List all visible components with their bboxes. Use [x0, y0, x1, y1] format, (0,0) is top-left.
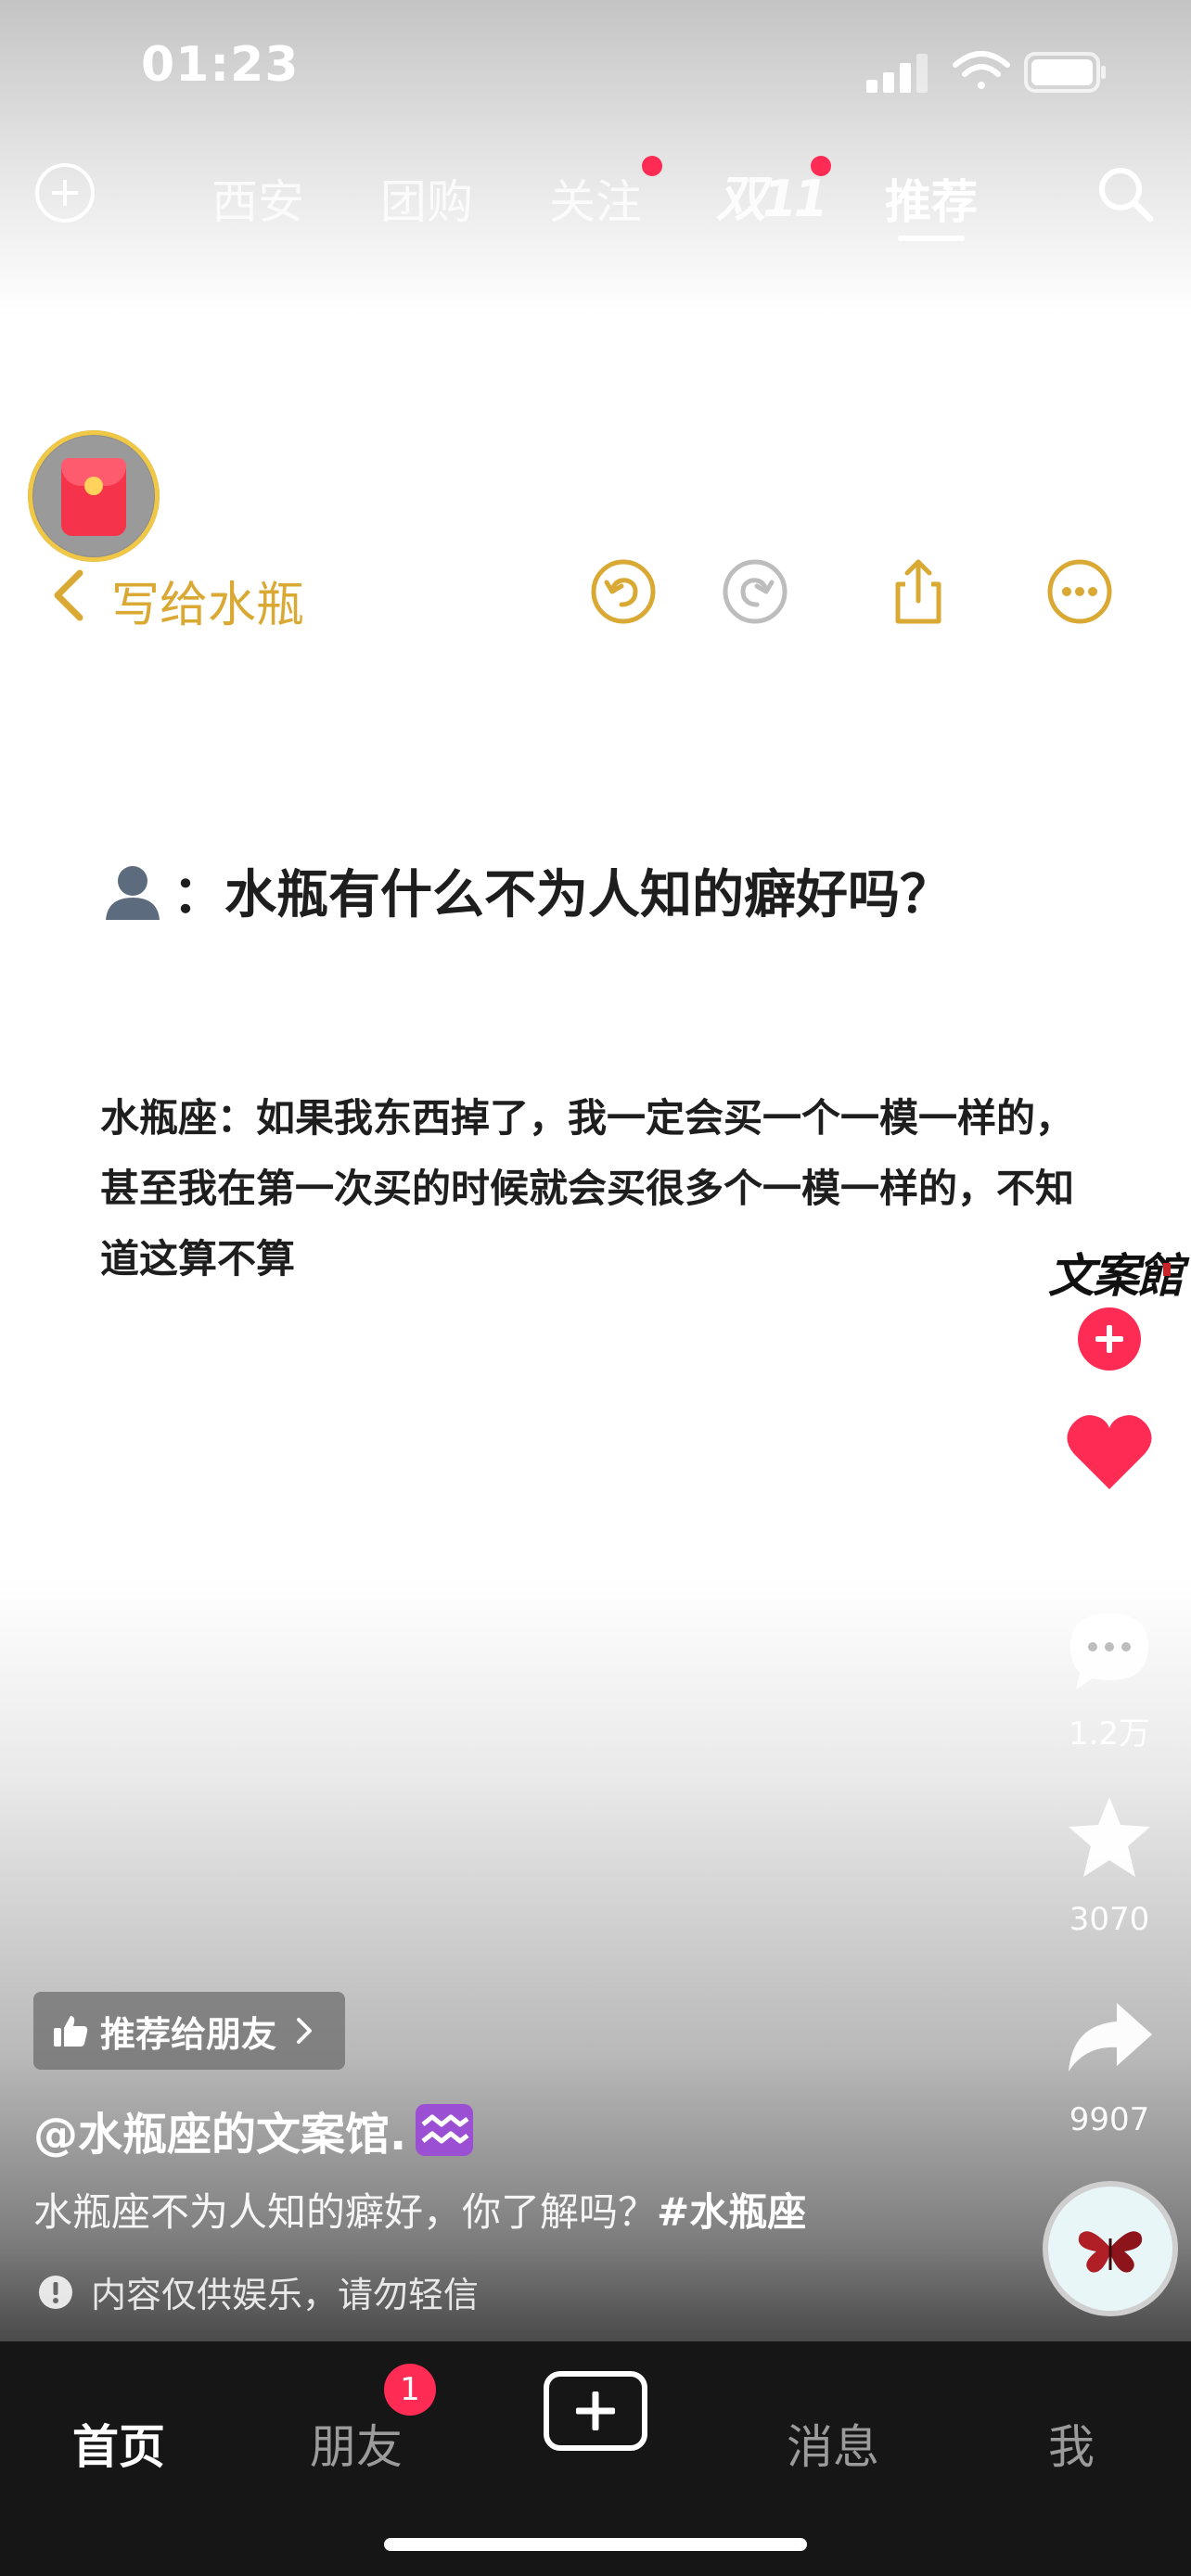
tab-double11[interactable]: 双11 — [716, 158, 828, 231]
question-text: ：水瓶有什么不为人知的癖好吗？ — [173, 865, 952, 925]
share-count: 9907 — [1069, 2101, 1150, 2138]
tab-following[interactable]: 关注 — [549, 165, 642, 232]
friends-badge: 1 — [384, 2364, 436, 2416]
active-tab-indicator — [898, 236, 965, 241]
content-disclaimer: 内容仅供娱乐，请勿轻信 — [37, 2266, 479, 2317]
exclamation-circle-icon — [39, 2275, 72, 2309]
home-indicator[interactable] — [384, 2538, 807, 2551]
note-answer: 水瓶座：如果我东西掉了，我一定会买一个一模一样的，甚至我在第一次买的时候就会买很… — [100, 1095, 1075, 1282]
status-time: 01:23 — [141, 37, 300, 93]
person-silhouette-icon — [106, 865, 160, 920]
nav-messages[interactable]: 消息 — [787, 2410, 879, 2477]
wifi-icon — [953, 51, 1010, 89]
comment-icon[interactable] — [1063, 1606, 1156, 1695]
recommend-to-friends-button[interactable]: 推荐给朋友 — [33, 1992, 345, 2070]
undo-icon[interactable] — [588, 556, 659, 627]
creator-avatar-watermark[interactable]: 文案館 — [1048, 1239, 1184, 1306]
tab-group-buy[interactable]: 团购 — [380, 165, 473, 232]
recommend-chip-label: 推荐给朋友 — [100, 2013, 277, 2055]
tab-xian[interactable]: 西安 — [211, 165, 304, 232]
thumbs-up-icon — [54, 2016, 88, 2047]
following-notification-dot — [642, 156, 662, 176]
red-packet-button[interactable] — [28, 430, 160, 562]
favorite-count: 3070 — [1069, 1901, 1150, 1938]
caption-text: 水瓶座不为人知的癖好，你了解吗？ — [33, 2189, 658, 2235]
chevron-left-icon[interactable] — [50, 567, 87, 623]
double11-notification-dot — [811, 156, 831, 176]
more-options-icon[interactable] — [1044, 556, 1115, 627]
note-question: ：水瓶有什么不为人知的癖好吗？ — [100, 853, 952, 928]
author-name[interactable]: @水瓶座的文案馆. — [33, 2098, 406, 2162]
search-icon[interactable] — [1093, 161, 1158, 226]
nav-friends[interactable]: 朋友 — [310, 2410, 403, 2477]
share-icon[interactable] — [883, 556, 954, 627]
create-post-button[interactable] — [544, 2371, 647, 2451]
star-icon[interactable] — [1063, 1793, 1156, 1882]
comment-count: 1.2万 — [1068, 1715, 1151, 1753]
status-icons — [866, 51, 1106, 93]
video-caption: 水瓶座不为人知的癖好，你了解吗？#水瓶座 — [33, 2181, 806, 2238]
follow-button[interactable] — [1078, 1307, 1141, 1371]
author-handle[interactable]: @水瓶座的文案馆. — [33, 2098, 474, 2162]
music-disc[interactable] — [1048, 2187, 1172, 2311]
battery-icon — [1024, 52, 1106, 93]
share-arrow-icon[interactable] — [1063, 1994, 1156, 2083]
red-envelope-icon — [61, 458, 126, 536]
seal-mark — [1163, 1263, 1171, 1276]
disclaimer-text: 内容仅供娱乐，请勿轻信 — [91, 2275, 480, 2315]
butterfly-icon — [1078, 2231, 1143, 2273]
heart-icon[interactable] — [1063, 1408, 1156, 1497]
add-circle-button[interactable] — [35, 163, 95, 223]
nav-me[interactable]: 我 — [1048, 2410, 1095, 2477]
aquarius-emoji-icon — [416, 2104, 474, 2156]
tab-recommend[interactable]: 推荐 — [885, 165, 978, 232]
like-count: 4.2万 — [1068, 1521, 1151, 1558]
nav-home[interactable]: 首页 — [72, 2410, 165, 2477]
notes-folder-title[interactable]: 写给水瓶 — [111, 566, 304, 635]
caption-hashtag[interactable]: #水瓶座 — [657, 2189, 806, 2235]
chevron-right-icon — [297, 2018, 313, 2044]
cellular-signal-icon — [866, 54, 928, 93]
redo-icon[interactable] — [720, 556, 790, 627]
